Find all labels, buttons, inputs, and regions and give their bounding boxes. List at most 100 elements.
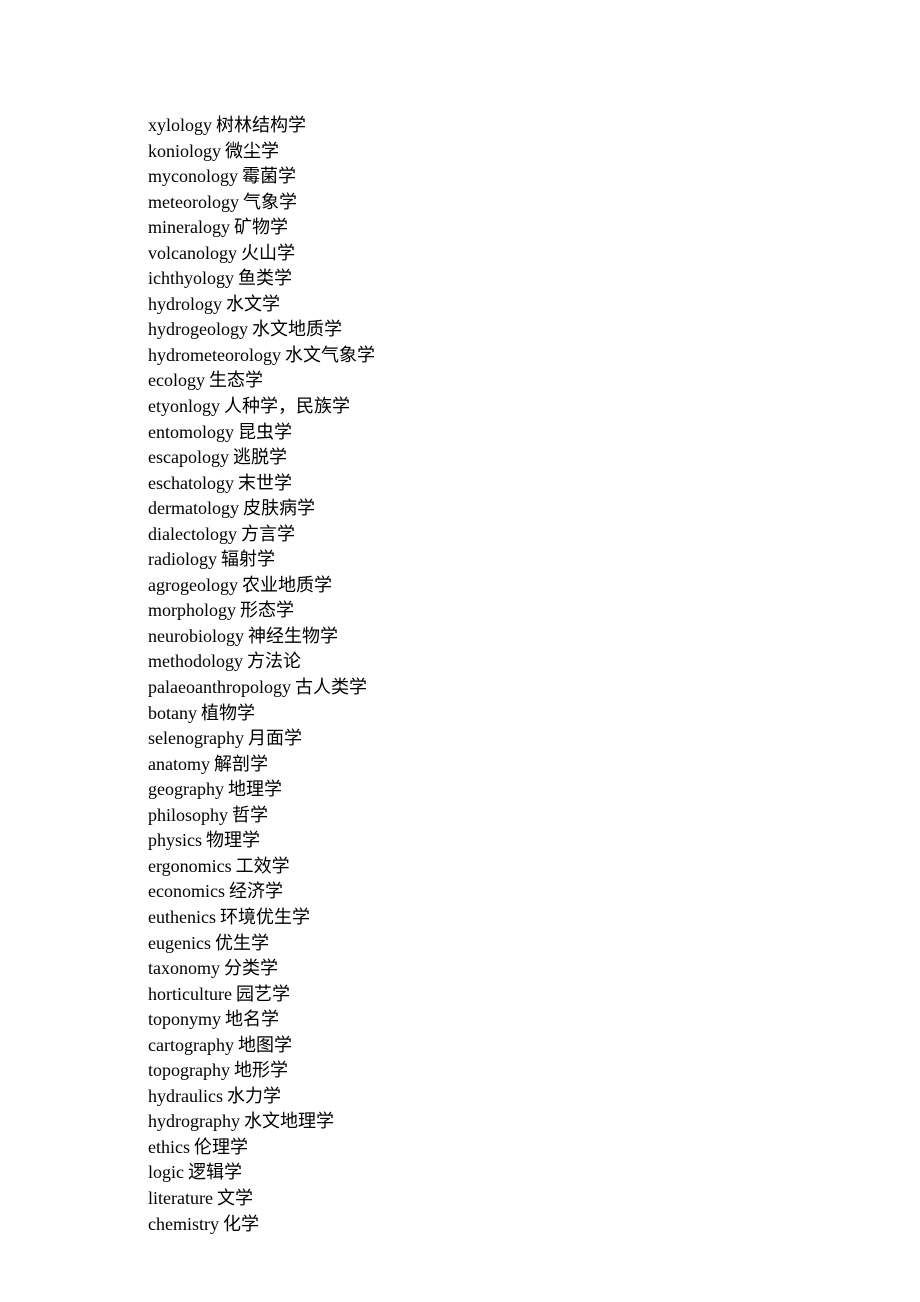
vocabulary-entry: morphology形态学: [148, 598, 920, 624]
chinese-term: 经济学: [229, 881, 283, 901]
chinese-term: 水文地理学: [244, 1111, 334, 1131]
chinese-term: 古人类学: [295, 677, 367, 697]
vocabulary-entry: economics经济学: [148, 879, 920, 905]
chinese-term: 文学: [217, 1188, 253, 1208]
chinese-term: 环境优生学: [220, 907, 310, 927]
vocabulary-entry: etyonlogy人种学，民族学: [148, 394, 920, 420]
vocabulary-entry: dialectology方言学: [148, 522, 920, 548]
chinese-term: 化学: [223, 1214, 259, 1234]
english-term: horticulture: [148, 984, 232, 1004]
chinese-term: 水文学: [226, 294, 280, 314]
vocabulary-entry: ecology生态学: [148, 368, 920, 394]
chinese-term: 微尘学: [225, 141, 279, 161]
chinese-term: 方言学: [241, 524, 295, 544]
chinese-term: 方法论: [247, 651, 301, 671]
vocabulary-entry: mineralogy矿物学: [148, 215, 920, 241]
chinese-term: 形态学: [240, 600, 294, 620]
english-term: selenography: [148, 728, 244, 748]
vocabulary-entry: hydrology水文学: [148, 292, 920, 318]
vocabulary-entry: eugenics优生学: [148, 931, 920, 957]
vocabulary-entry: horticulture园艺学: [148, 982, 920, 1008]
chinese-term: 火山学: [241, 243, 295, 263]
chinese-term: 树林结构学: [216, 115, 306, 135]
english-term: dermatology: [148, 498, 239, 518]
vocabulary-entry: topography地形学: [148, 1058, 920, 1084]
vocabulary-entry: geography地理学: [148, 777, 920, 803]
chinese-term: 农业地质学: [242, 575, 332, 595]
chinese-term: 水文气象学: [285, 345, 375, 365]
chinese-term: 昆虫学: [238, 422, 292, 442]
english-term: ethics: [148, 1137, 190, 1157]
vocabulary-entry: toponymy地名学: [148, 1007, 920, 1033]
english-term: ichthyology: [148, 268, 234, 288]
vocabulary-entry: escapology逃脱学: [148, 445, 920, 471]
english-term: mineralogy: [148, 217, 230, 237]
english-term: eugenics: [148, 933, 211, 953]
vocabulary-entry: xylology树林结构学: [148, 113, 920, 139]
chinese-term: 矿物学: [234, 217, 288, 237]
chinese-term: 地形学: [234, 1060, 288, 1080]
chinese-term: 辐射学: [221, 549, 275, 569]
vocabulary-entry: dermatology皮肤病学: [148, 496, 920, 522]
english-term: morphology: [148, 600, 236, 620]
vocabulary-entry: philosophy哲学: [148, 803, 920, 829]
vocabulary-entry: botany植物学: [148, 701, 920, 727]
chinese-term: 霉菌学: [242, 166, 296, 186]
english-term: radiology: [148, 549, 217, 569]
vocabulary-entry: hydraulics水力学: [148, 1084, 920, 1110]
english-term: ergonomics: [148, 856, 232, 876]
vocabulary-entry: neurobiology神经生物学: [148, 624, 920, 650]
chinese-term: 解剖学: [214, 754, 268, 774]
vocabulary-entry: volcanology火山学: [148, 241, 920, 267]
vocabulary-entry: logic逻辑学: [148, 1160, 920, 1186]
chinese-term: 优生学: [215, 933, 269, 953]
english-term: volcanology: [148, 243, 237, 263]
vocabulary-entry: koniology微尘学: [148, 139, 920, 165]
chinese-term: 人种学，民族学: [224, 396, 350, 416]
english-term: literature: [148, 1188, 213, 1208]
chinese-term: 月面学: [248, 728, 302, 748]
english-term: logic: [148, 1162, 184, 1182]
english-term: etyonlogy: [148, 396, 220, 416]
english-term: topography: [148, 1060, 230, 1080]
chinese-term: 生态学: [209, 370, 263, 390]
vocabulary-entry: entomology昆虫学: [148, 420, 920, 446]
vocabulary-entry: palaeoanthropology古人类学: [148, 675, 920, 701]
english-term: entomology: [148, 422, 234, 442]
english-term: eschatology: [148, 473, 234, 493]
chinese-term: 分类学: [224, 958, 278, 978]
vocabulary-entry: anatomy解剖学: [148, 752, 920, 778]
chinese-term: 地图学: [238, 1035, 292, 1055]
chinese-term: 地理学: [228, 779, 282, 799]
vocabulary-entry: selenography月面学: [148, 726, 920, 752]
chinese-term: 伦理学: [194, 1137, 248, 1157]
vocabulary-entry: methodology方法论: [148, 649, 920, 675]
vocabulary-entry: taxonomy分类学: [148, 956, 920, 982]
english-term: meteorology: [148, 192, 239, 212]
vocabulary-entry: ichthyology鱼类学: [148, 266, 920, 292]
vocabulary-entry: chemistry化学: [148, 1212, 920, 1238]
english-term: xylology: [148, 115, 212, 135]
english-term: philosophy: [148, 805, 228, 825]
english-term: anatomy: [148, 754, 210, 774]
english-term: hydrometeorology: [148, 345, 281, 365]
chinese-term: 气象学: [243, 192, 297, 212]
english-term: myconology: [148, 166, 238, 186]
vocabulary-entry: physics物理学: [148, 828, 920, 854]
vocabulary-entry: ergonomics工效学: [148, 854, 920, 880]
english-term: taxonomy: [148, 958, 220, 978]
english-term: agrogeology: [148, 575, 238, 595]
chinese-term: 园艺学: [236, 984, 290, 1004]
chinese-term: 哲学: [232, 805, 268, 825]
english-term: hydrography: [148, 1111, 240, 1131]
english-term: physics: [148, 830, 202, 850]
english-term: koniology: [148, 141, 221, 161]
vocabulary-entry: myconology霉菌学: [148, 164, 920, 190]
vocabulary-entry: hydrogeology水文地质学: [148, 317, 920, 343]
vocabulary-entry: hydrography水文地理学: [148, 1109, 920, 1135]
english-term: chemistry: [148, 1214, 219, 1234]
vocabulary-list: xylology树林结构学koniology微尘学myconology霉菌学me…: [148, 113, 920, 1237]
english-term: ecology: [148, 370, 205, 390]
vocabulary-entry: agrogeology农业地质学: [148, 573, 920, 599]
english-term: economics: [148, 881, 225, 901]
